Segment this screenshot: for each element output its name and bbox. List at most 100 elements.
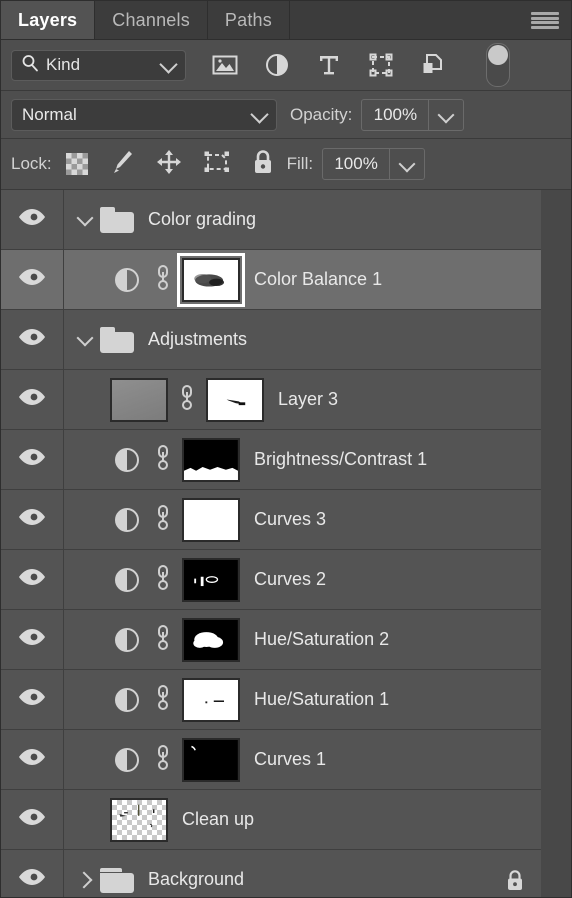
mask-link-icon[interactable]	[150, 262, 176, 297]
layer-row[interactable]: Curves 3	[1, 490, 541, 550]
layer-visibility-toggle[interactable]	[1, 190, 64, 249]
adjustment-layer-filter-icon[interactable]	[264, 52, 290, 78]
layer-row-body[interactable]: Color Balance 1	[64, 250, 541, 309]
layer-visibility-toggle[interactable]	[1, 850, 64, 897]
layer-mask-thumbnail[interactable]	[182, 737, 240, 782]
lock-image-pixels-icon[interactable]	[110, 149, 134, 180]
layer-visibility-toggle[interactable]	[1, 310, 64, 369]
adjustment-layer-icon[interactable]	[110, 687, 144, 713]
pixel-layer-filter-icon[interactable]	[212, 52, 238, 78]
eye-visibility-icon[interactable]	[17, 687, 47, 712]
eye-visibility-icon[interactable]	[17, 327, 47, 352]
eye-visibility-icon[interactable]	[17, 747, 47, 772]
layer-visibility-toggle[interactable]	[1, 490, 64, 549]
layer-row-body[interactable]: Background	[64, 850, 541, 897]
lock-artboard-nesting-icon[interactable]	[204, 150, 230, 179]
layer-visibility-toggle[interactable]	[1, 790, 64, 849]
eye-visibility-icon[interactable]	[17, 447, 47, 472]
layer-row-body[interactable]: Curves 2	[64, 550, 541, 609]
mask-link-icon[interactable]	[150, 742, 176, 777]
layer-thumbnail[interactable]	[110, 377, 168, 422]
lock-transparency-icon[interactable]	[65, 153, 88, 175]
adjustment-layer-icon[interactable]	[110, 267, 144, 293]
group-disclosure-triangle[interactable]	[72, 329, 98, 346]
layer-row[interactable]: Background	[1, 850, 541, 897]
layer-row-body[interactable]: Layer 3	[64, 370, 541, 429]
hamburger-menu-icon[interactable]	[531, 12, 559, 29]
lock-all-icon[interactable]	[252, 149, 274, 180]
layer-mask-thumbnail[interactable]	[182, 677, 240, 722]
layer-visibility-toggle[interactable]	[1, 370, 64, 429]
filter-enable-toggle[interactable]	[486, 43, 510, 87]
link-mask-icon[interactable]	[178, 382, 196, 417]
layer-mask-thumbnail[interactable]	[182, 497, 240, 542]
layer-mask-thumbnail[interactable]	[206, 377, 264, 422]
layer-mask-thumbnail[interactable]	[177, 252, 245, 307]
eye-visibility-icon[interactable]	[17, 867, 47, 892]
link-mask-icon[interactable]	[154, 262, 172, 297]
layer-visibility-toggle[interactable]	[1, 670, 64, 729]
layer-row[interactable]: Curves 1	[1, 730, 541, 790]
lock-position-icon[interactable]	[156, 149, 182, 180]
fill-value[interactable]: 100%	[323, 149, 391, 179]
layer-row[interactable]: Layer 3	[1, 370, 541, 430]
layer-row[interactable]: Clean up	[1, 790, 541, 850]
layer-row-body[interactable]: Hue/Saturation 1	[64, 670, 541, 729]
layer-row[interactable]: Color Balance 1	[1, 250, 541, 310]
link-mask-icon[interactable]	[154, 562, 172, 597]
link-mask-icon[interactable]	[154, 502, 172, 537]
link-mask-icon[interactable]	[154, 742, 172, 777]
layer-visibility-toggle[interactable]	[1, 250, 64, 309]
layer-thumbnail[interactable]	[110, 797, 168, 842]
eye-visibility-icon[interactable]	[17, 267, 47, 292]
fill-stepper[interactable]	[390, 149, 424, 179]
mask-link-icon[interactable]	[150, 442, 176, 477]
eye-visibility-icon[interactable]	[17, 627, 47, 652]
link-mask-icon[interactable]	[154, 622, 172, 657]
adjustment-layer-icon[interactable]	[110, 507, 144, 533]
eye-visibility-icon[interactable]	[17, 207, 47, 232]
layer-row-body[interactable]: Adjustments	[64, 310, 541, 369]
layer-row-body[interactable]: Curves 3	[64, 490, 541, 549]
layer-visibility-toggle[interactable]	[1, 610, 64, 669]
eye-visibility-icon[interactable]	[17, 567, 47, 592]
lock-icon[interactable]	[505, 869, 525, 897]
eye-visibility-icon[interactable]	[17, 807, 47, 832]
opacity-stepper[interactable]	[429, 100, 463, 130]
mask-link-icon[interactable]	[150, 682, 176, 717]
mask-link-icon[interactable]	[150, 562, 176, 597]
shape-layer-filter-icon[interactable]	[368, 52, 394, 78]
layer-row[interactable]: Brightness/Contrast 1	[1, 430, 541, 490]
layer-mask-thumbnail[interactable]	[182, 437, 240, 482]
tab-layers[interactable]: Layers	[1, 1, 96, 39]
group-disclosure-triangle[interactable]	[72, 871, 98, 888]
link-mask-icon[interactable]	[154, 442, 172, 477]
layer-row-body[interactable]: Clean up	[64, 790, 541, 849]
adjustment-layer-icon[interactable]	[110, 627, 144, 653]
filter-kind-dropdown[interactable]: Kind	[11, 49, 186, 81]
adjustment-layer-icon[interactable]	[110, 567, 144, 593]
tab-paths[interactable]: Paths	[208, 1, 290, 39]
layer-row-body[interactable]: Color grading	[64, 190, 541, 249]
layer-row[interactable]: Hue/Saturation 1	[1, 670, 541, 730]
adjustment-layer-icon[interactable]	[110, 447, 144, 473]
layer-row[interactable]: Hue/Saturation 2	[1, 610, 541, 670]
mask-link-icon[interactable]	[150, 622, 176, 657]
eye-visibility-icon[interactable]	[17, 507, 47, 532]
blend-mode-dropdown[interactable]: Normal	[11, 98, 277, 131]
type-layer-filter-icon[interactable]	[316, 52, 342, 78]
layer-mask-thumbnail[interactable]	[182, 557, 240, 602]
layer-row[interactable]: Adjustments	[1, 310, 541, 370]
link-mask-icon[interactable]	[154, 682, 172, 717]
group-disclosure-triangle[interactable]	[72, 209, 98, 226]
layer-row[interactable]: Color grading	[1, 190, 541, 250]
layer-visibility-toggle[interactable]	[1, 430, 64, 489]
tab-channels[interactable]: Channels	[95, 1, 208, 39]
layer-row[interactable]: Curves 2	[1, 550, 541, 610]
opacity-value[interactable]: 100%	[362, 99, 430, 130]
layer-row-body[interactable]: Curves 1	[64, 730, 541, 789]
fill-control[interactable]: 100%	[322, 148, 426, 180]
adjustment-layer-icon[interactable]	[110, 747, 144, 773]
layer-row-body[interactable]: Hue/Saturation 2	[64, 610, 541, 669]
smart-object-filter-icon[interactable]	[420, 52, 446, 78]
